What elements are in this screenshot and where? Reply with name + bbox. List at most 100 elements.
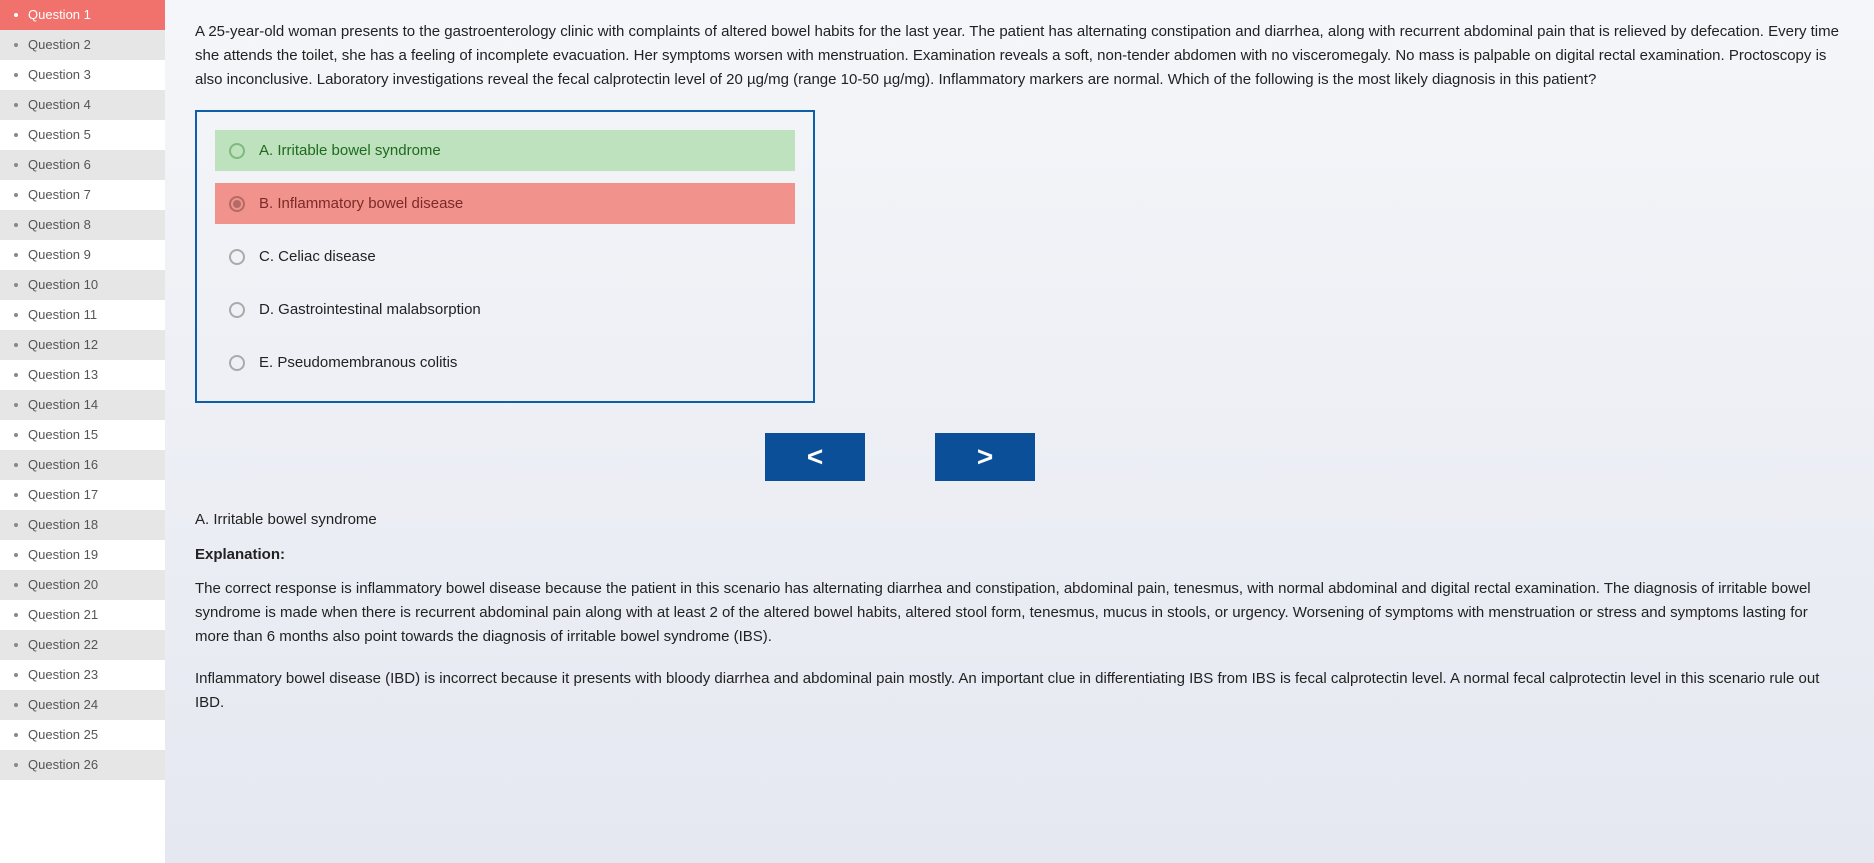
sidebar-item-question-1[interactable]: Question 1 xyxy=(0,0,165,30)
sidebar-item-label: Question 23 xyxy=(28,667,155,682)
sidebar-item-question-14[interactable]: Question 14 xyxy=(0,390,165,420)
bullet-icon xyxy=(14,463,18,467)
sidebar-item-question-16[interactable]: Question 16 xyxy=(0,450,165,480)
bullet-icon xyxy=(14,163,18,167)
main-content: A 25-year-old woman presents to the gast… xyxy=(165,0,1874,863)
bullet-icon xyxy=(14,73,18,77)
sidebar-item-label: Question 22 xyxy=(28,637,155,652)
next-button[interactable]: > xyxy=(935,433,1035,481)
sidebar-item-label: Question 19 xyxy=(28,547,155,562)
radio-icon xyxy=(229,302,245,318)
sidebar-item-label: Question 4 xyxy=(28,97,155,112)
bullet-icon xyxy=(14,43,18,47)
sidebar-item-label: Question 1 xyxy=(28,7,155,22)
bullet-icon xyxy=(14,343,18,347)
bullet-icon xyxy=(14,373,18,377)
question-nav-sidebar: Question 1 Question 2 Question 3 Question 4… xyxy=(0,0,165,863)
option-text: C. Celiac disease xyxy=(259,248,376,265)
sidebar-item-label: Question 16 xyxy=(28,457,155,472)
sidebar-item-question-15[interactable]: Question 15 xyxy=(0,420,165,450)
sidebar-item-question-11[interactable]: Question 11 xyxy=(0,300,165,330)
sidebar-item-question-3[interactable]: Question 3 xyxy=(0,60,165,90)
sidebar-item-question-5[interactable]: Question 5 xyxy=(0,120,165,150)
sidebar-item-question-20[interactable]: Question 20 xyxy=(0,570,165,600)
radio-icon xyxy=(229,355,245,371)
sidebar-item-label: Question 9 xyxy=(28,247,155,262)
bullet-icon xyxy=(14,643,18,647)
bullet-icon xyxy=(14,733,18,737)
sidebar-item-question-18[interactable]: Question 18 xyxy=(0,510,165,540)
bullet-icon xyxy=(14,13,18,17)
explanation-body: The correct response is inflammatory bow… xyxy=(195,577,1844,715)
answer-option-e[interactable]: E. Pseudomembranous colitis xyxy=(215,342,795,383)
nav-buttons-row: < > xyxy=(765,433,1844,481)
sidebar-item-label: Question 3 xyxy=(28,67,155,82)
sidebar-item-label: Question 12 xyxy=(28,337,155,352)
prev-button[interactable]: < xyxy=(765,433,865,481)
bullet-icon xyxy=(14,253,18,257)
option-text: A. Irritable bowel syndrome xyxy=(259,142,441,159)
sidebar-item-label: Question 18 xyxy=(28,517,155,532)
sidebar-item-question-22[interactable]: Question 22 xyxy=(0,630,165,660)
sidebar-item-question-13[interactable]: Question 13 xyxy=(0,360,165,390)
sidebar-item-question-19[interactable]: Question 19 xyxy=(0,540,165,570)
sidebar-item-label: Question 11 xyxy=(28,307,155,322)
sidebar-item-question-6[interactable]: Question 6 xyxy=(0,150,165,180)
answer-option-d[interactable]: D. Gastrointestinal malabsorption xyxy=(215,289,795,330)
option-text: D. Gastrointestinal malabsorption xyxy=(259,301,481,318)
sidebar-item-question-26[interactable]: Question 26 xyxy=(0,750,165,780)
sidebar-item-question-2[interactable]: Question 2 xyxy=(0,30,165,60)
sidebar-item-question-17[interactable]: Question 17 xyxy=(0,480,165,510)
bullet-icon xyxy=(14,133,18,137)
bullet-icon xyxy=(14,763,18,767)
sidebar-item-label: Question 7 xyxy=(28,187,155,202)
bullet-icon xyxy=(14,673,18,677)
answer-option-b[interactable]: B. Inflammatory bowel disease xyxy=(215,183,795,224)
explanation-paragraph: The correct response is inflammatory bow… xyxy=(195,577,1844,649)
bullet-icon xyxy=(14,583,18,587)
question-stem: A 25-year-old woman presents to the gast… xyxy=(195,20,1844,92)
bullet-icon xyxy=(14,703,18,707)
sidebar-item-label: Question 15 xyxy=(28,427,155,442)
radio-icon xyxy=(229,196,245,212)
sidebar-item-question-23[interactable]: Question 23 xyxy=(0,660,165,690)
sidebar-item-question-9[interactable]: Question 9 xyxy=(0,240,165,270)
bullet-icon xyxy=(14,493,18,497)
sidebar-item-label: Question 24 xyxy=(28,697,155,712)
option-text: B. Inflammatory bowel disease xyxy=(259,195,463,212)
sidebar-item-label: Question 8 xyxy=(28,217,155,232)
correct-answer-heading: A. Irritable bowel syndrome xyxy=(195,511,1844,528)
sidebar-item-label: Question 14 xyxy=(28,397,155,412)
answer-option-a[interactable]: A. Irritable bowel syndrome xyxy=(215,130,795,171)
answer-option-c[interactable]: C. Celiac disease xyxy=(215,236,795,277)
sidebar-item-label: Question 25 xyxy=(28,727,155,742)
option-text: E. Pseudomembranous colitis xyxy=(259,354,457,371)
sidebar-item-question-21[interactable]: Question 21 xyxy=(0,600,165,630)
sidebar-item-label: Question 2 xyxy=(28,37,155,52)
bullet-icon xyxy=(14,193,18,197)
sidebar-item-question-4[interactable]: Question 4 xyxy=(0,90,165,120)
sidebar-item-label: Question 17 xyxy=(28,487,155,502)
bullet-icon xyxy=(14,283,18,287)
sidebar-item-question-24[interactable]: Question 24 xyxy=(0,690,165,720)
bullet-icon xyxy=(14,103,18,107)
sidebar-item-question-12[interactable]: Question 12 xyxy=(0,330,165,360)
sidebar-item-question-10[interactable]: Question 10 xyxy=(0,270,165,300)
explanation-label: Explanation: xyxy=(195,546,1844,563)
bullet-icon xyxy=(14,553,18,557)
bullet-icon xyxy=(14,433,18,437)
sidebar-item-question-8[interactable]: Question 8 xyxy=(0,210,165,240)
radio-icon xyxy=(229,249,245,265)
bullet-icon xyxy=(14,223,18,227)
sidebar-item-question-25[interactable]: Question 25 xyxy=(0,720,165,750)
explanation-paragraph: Inflammatory bowel disease (IBD) is inco… xyxy=(195,667,1844,715)
sidebar-item-label: Question 5 xyxy=(28,127,155,142)
sidebar-item-label: Question 13 xyxy=(28,367,155,382)
sidebar-item-label: Question 6 xyxy=(28,157,155,172)
sidebar-item-label: Question 20 xyxy=(28,577,155,592)
radio-icon xyxy=(229,143,245,159)
sidebar-item-label: Question 10 xyxy=(28,277,155,292)
bullet-icon xyxy=(14,403,18,407)
bullet-icon xyxy=(14,613,18,617)
sidebar-item-question-7[interactable]: Question 7 xyxy=(0,180,165,210)
